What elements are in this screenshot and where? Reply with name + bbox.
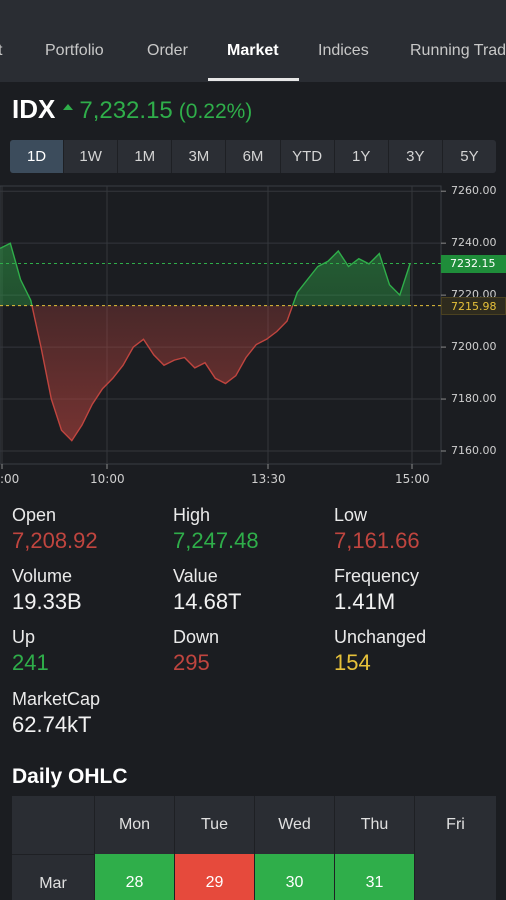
stat-value: 241 (12, 650, 49, 675)
prev-close-tag: 7215.98 (441, 296, 506, 315)
daily-ohlc-table: Mon Tue Wed Thu Fri Mar 28 29 30 31 (12, 796, 496, 900)
day-header-mon: Mon (94, 796, 174, 854)
month-label: Mar (12, 854, 94, 900)
stat-label: Frequency (334, 566, 420, 586)
range-5y[interactable]: 5Y (443, 140, 496, 173)
stat-value: 14.68T (173, 589, 242, 614)
triangle-up-icon (63, 104, 74, 110)
index-name: IDX (12, 94, 56, 124)
stat-label: Up (12, 627, 36, 647)
stat-marketcap: MarketCap 62.74kT (12, 689, 162, 738)
active-tab-indicator (208, 78, 299, 81)
y-tick-label: 7200.00 (451, 340, 497, 354)
stat-volume: Volume 19.33B (12, 566, 162, 615)
day-header-wed: Wed (254, 796, 334, 854)
stat-value: 154 (334, 650, 371, 675)
stat-low: Low 7,161.66 (334, 505, 484, 554)
tab-indices[interactable]: Indices (318, 42, 369, 60)
stat-value-traded: Value 14.68T (173, 566, 323, 615)
stat-high: High 7,247.48 (173, 505, 323, 554)
stat-value: 7,247.48 (173, 528, 259, 553)
index-change: (0.22%) (178, 100, 253, 123)
daily-ohlc-title: Daily OHLC (12, 765, 128, 788)
stat-value: 19.33B (12, 589, 82, 614)
date-cell[interactable]: 31 (334, 854, 414, 900)
range-3m[interactable]: 3M (172, 140, 227, 173)
y-tick-label: 7240.00 (451, 236, 497, 250)
tab-order[interactable]: Order (147, 42, 188, 60)
stat-label: Down (173, 627, 220, 647)
top-nav: t Portfolio Order Market Indices Running… (0, 0, 506, 82)
last-value-tag: 7232.15 (441, 254, 506, 273)
stat-up: Up 241 (12, 627, 162, 676)
range-1w[interactable]: 1W (64, 140, 119, 173)
stat-down: Down 295 (173, 627, 323, 676)
index-header: IDX 7,232.15 (0.22%) (12, 94, 252, 128)
y-tick-label: 7260.00 (451, 184, 497, 198)
date-cell[interactable]: 28 (94, 854, 174, 900)
x-tick-label: :00 (0, 472, 20, 486)
range-ytd[interactable]: YTD (281, 140, 335, 173)
day-header-thu: Thu (334, 796, 414, 854)
stat-value: 62.74kT (12, 712, 92, 737)
day-header-fri: Fri (414, 796, 496, 854)
stat-label: MarketCap (12, 689, 101, 709)
day-header-tue: Tue (174, 796, 254, 854)
date-cell (414, 854, 496, 900)
range-1d[interactable]: 1D (10, 140, 65, 173)
tab-partial-left[interactable]: t (0, 42, 2, 60)
stat-open: Open 7,208.92 (12, 505, 162, 554)
date-cell[interactable]: 29 (174, 854, 254, 900)
range-3y[interactable]: 3Y (389, 140, 443, 173)
range-1m[interactable]: 1M (118, 140, 173, 173)
range-selector: 1D 1W 1M 3M 6M YTD 1Y 3Y 5Y (10, 140, 496, 173)
date-cell[interactable]: 30 (254, 854, 334, 900)
stat-value: 7,161.66 (334, 528, 420, 553)
stat-value: 1.41M (334, 589, 396, 614)
stat-label: High (173, 505, 211, 525)
stat-frequency: Frequency 1.41M (334, 566, 484, 615)
stat-label: Unchanged (334, 627, 427, 647)
stat-label: Value (173, 566, 218, 586)
stat-value: 7,208.92 (12, 528, 98, 553)
intraday-chart[interactable]: 7260.00 7240.00 7220.00 7200.00 7180.00 7160.… (0, 178, 506, 488)
y-tick-label: 7180.00 (451, 392, 497, 406)
stat-unchanged: Unchanged 154 (334, 627, 484, 676)
x-tick-label: 13:30 (251, 472, 286, 486)
tab-portfolio[interactable]: Portfolio (45, 42, 104, 60)
tab-market[interactable]: Market (227, 42, 279, 60)
stat-label: Open (12, 505, 57, 525)
tab-running-trade[interactable]: Running Trad (410, 42, 506, 60)
y-tick-label: 7160.00 (451, 444, 497, 457)
range-1y[interactable]: 1Y (335, 140, 389, 173)
x-tick-label: 10:00 (90, 472, 125, 486)
chart-canvas (0, 185, 446, 469)
stat-label: Volume (12, 566, 73, 586)
stat-label: Low (334, 505, 368, 525)
stat-value: 295 (173, 650, 210, 675)
index-value: 7,232.15 (79, 97, 173, 124)
x-tick-label: 15:00 (395, 472, 430, 486)
range-6m[interactable]: 6M (226, 140, 281, 173)
